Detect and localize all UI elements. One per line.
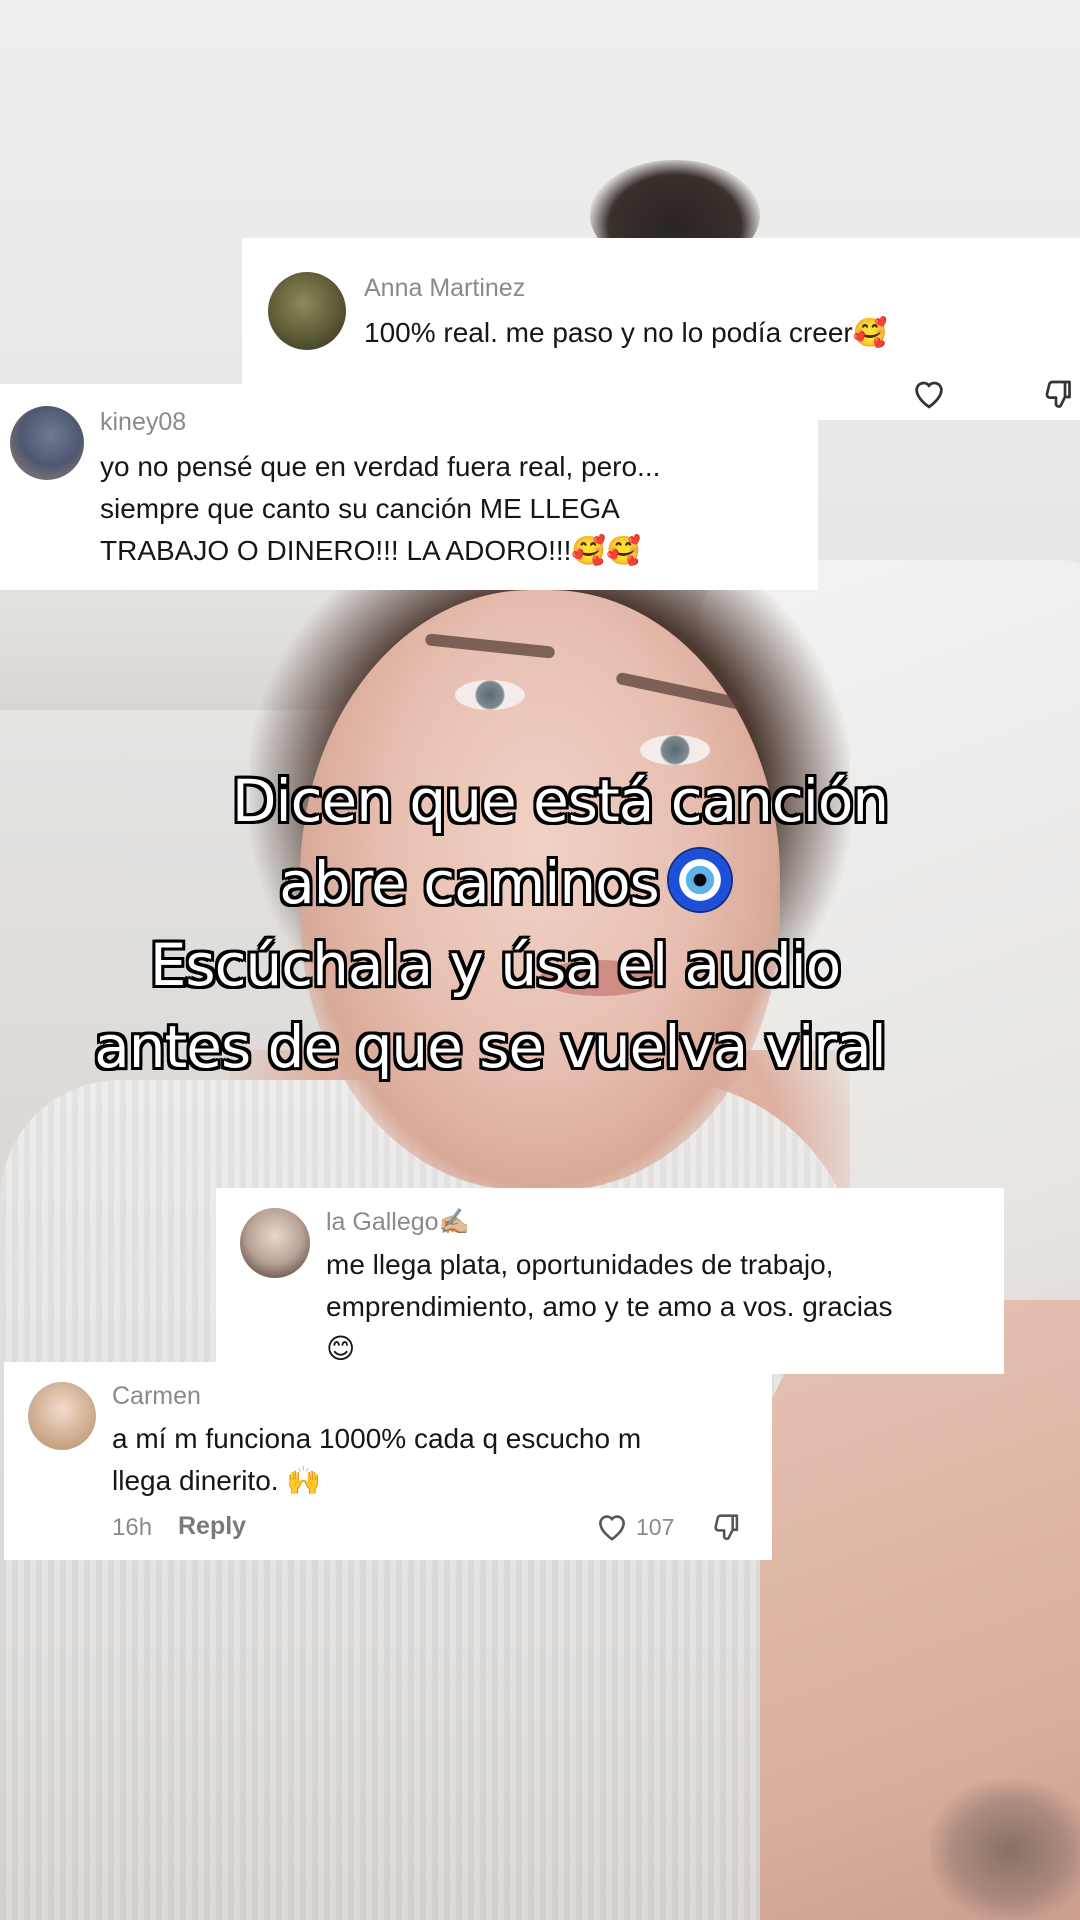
heart-icon[interactable] — [910, 376, 948, 415]
comment-card[interactable]: Carmen a mí m funciona 1000% cada q escu… — [4, 1362, 772, 1560]
comment-text: 100% real. me paso y no lo podía creer🥰 — [364, 317, 888, 348]
avatar[interactable] — [268, 272, 346, 350]
like-count: 107 — [636, 1514, 675, 1540]
comment-text: me llega plata, oportunidades de trabajo… — [326, 1249, 893, 1364]
caption-line: antes de que se vuelva viral — [94, 1013, 886, 1081]
heart-icon[interactable] — [594, 1510, 630, 1547]
comment-username[interactable]: la Gallego✍🏼 — [326, 1208, 470, 1237]
comment-text: a mí m funciona 1000% cada q escucho m l… — [112, 1423, 642, 1496]
reply-button[interactable]: Reply — [178, 1512, 246, 1541]
comment-text: yo no pensé que en verdad fuera real, pe… — [100, 451, 661, 566]
left-eye — [455, 680, 525, 710]
caption-line: Escúchala y úsa el audio — [149, 931, 841, 999]
comment-username[interactable]: Anna Martinez — [364, 274, 525, 303]
nazar-evil-eye-icon — [668, 849, 731, 911]
tattoo — [930, 1780, 1080, 1920]
avatar[interactable] — [28, 1382, 96, 1450]
avatar[interactable] — [10, 406, 84, 480]
caption-line: abre caminos — [40, 842, 1040, 924]
video-caption: Dicen que está canción abre caminos Escú… — [40, 760, 1040, 1088]
comment-timestamp: 16h — [112, 1514, 153, 1541]
comment-username[interactable]: kiney08 — [100, 408, 186, 437]
caption-line: Dicen que está canción — [231, 767, 889, 835]
comment-username[interactable]: Carmen — [112, 1382, 201, 1411]
comment-card[interactable]: la Gallego✍🏼 me llega plata, oportunidad… — [216, 1188, 1004, 1374]
dislike-icon[interactable] — [710, 1510, 744, 1549]
avatar[interactable] — [240, 1208, 310, 1278]
comment-card[interactable]: kiney08 yo no pensé que en verdad fuera … — [0, 384, 818, 590]
dislike-icon[interactable] — [1040, 376, 1078, 417]
